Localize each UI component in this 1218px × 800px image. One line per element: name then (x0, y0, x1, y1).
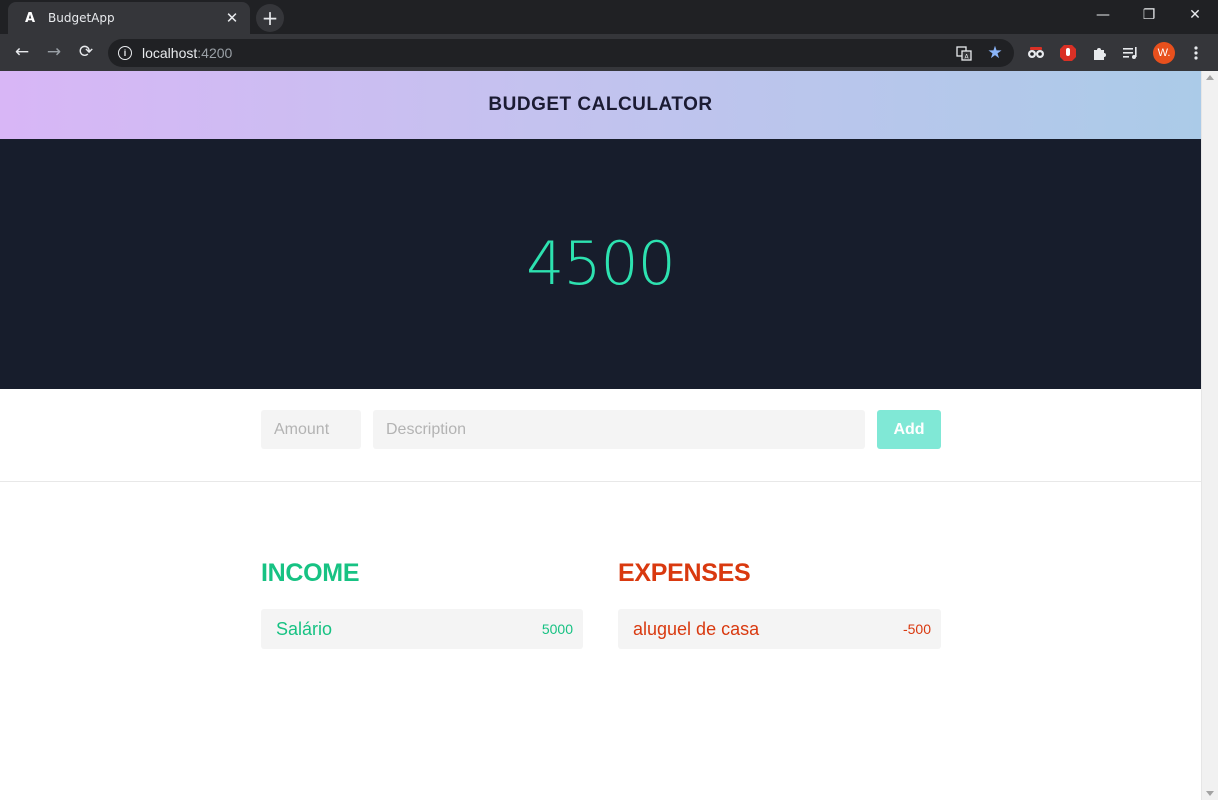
minimize-button[interactable]: — (1080, 0, 1126, 30)
url-host: localhost (142, 45, 198, 61)
vertical-scrollbar[interactable] (1201, 71, 1218, 800)
income-list-item[interactable]: Salário 5000 (261, 609, 583, 649)
angular-favicon-icon: A (24, 10, 36, 26)
total-balance-panel: 4500 (0, 139, 1201, 389)
tab-title: BudgetApp (48, 11, 115, 25)
site-info-icon[interactable]: i (118, 46, 132, 60)
bookmark-star-icon[interactable]: ★ (987, 43, 1003, 62)
extension-block-icon[interactable] (1058, 43, 1078, 63)
description-input[interactable] (373, 410, 865, 449)
app-header: BUDGET CALCULATOR (0, 71, 1201, 139)
translate-icon[interactable]: A (956, 45, 972, 61)
income-heading: INCOME (261, 559, 360, 587)
browser-tab[interactable]: A BudgetApp ✕ (8, 2, 250, 34)
profile-avatar[interactable]: W. (1153, 42, 1175, 64)
reload-button[interactable]: ⟳ (74, 40, 98, 64)
puzzle-icon[interactable] (1090, 43, 1110, 63)
page-title: BUDGET CALCULATOR (488, 94, 713, 115)
expense-list-item[interactable]: aluguel de casa -500 (618, 609, 941, 649)
address-bar[interactable]: i localhost:4200 A ★ (108, 39, 1014, 67)
add-item-form: Add (0, 389, 1201, 482)
scroll-down-arrow-icon[interactable] (1206, 791, 1214, 796)
scroll-up-arrow-icon[interactable] (1206, 75, 1214, 80)
add-button[interactable]: Add (877, 410, 941, 449)
forward-button[interactable]: → (42, 40, 66, 64)
browser-toolbar: ← → ⟳ i localhost:4200 A ★ W. (0, 34, 1218, 71)
more-menu-icon[interactable] (1186, 43, 1206, 63)
expenses-heading: EXPENSES (618, 559, 751, 587)
income-item-amount: 5000 (541, 621, 573, 637)
url-port: :4200 (197, 45, 233, 61)
back-button[interactable]: ← (10, 40, 34, 64)
expense-item-description: aluguel de casa (633, 618, 760, 639)
amount-input[interactable] (261, 410, 361, 449)
new-tab-button[interactable]: + (256, 4, 284, 32)
total-balance: 4500 (526, 229, 676, 299)
extension-eyes-icon[interactable] (1026, 43, 1046, 63)
restore-button[interactable]: ❐ (1126, 0, 1172, 30)
tab-close-icon[interactable]: ✕ (224, 9, 240, 27)
expense-item-amount: -500 (902, 621, 931, 637)
window-close-button[interactable]: ✕ (1172, 0, 1218, 30)
browser-tab-bar: A BudgetApp ✕ + — ❐ ✕ (0, 0, 1218, 34)
income-item-description: Salário (276, 618, 333, 639)
page-viewport: BUDGET CALCULATOR 4500 Add INCOME Salári… (0, 71, 1201, 800)
media-queue-icon[interactable] (1121, 43, 1141, 63)
